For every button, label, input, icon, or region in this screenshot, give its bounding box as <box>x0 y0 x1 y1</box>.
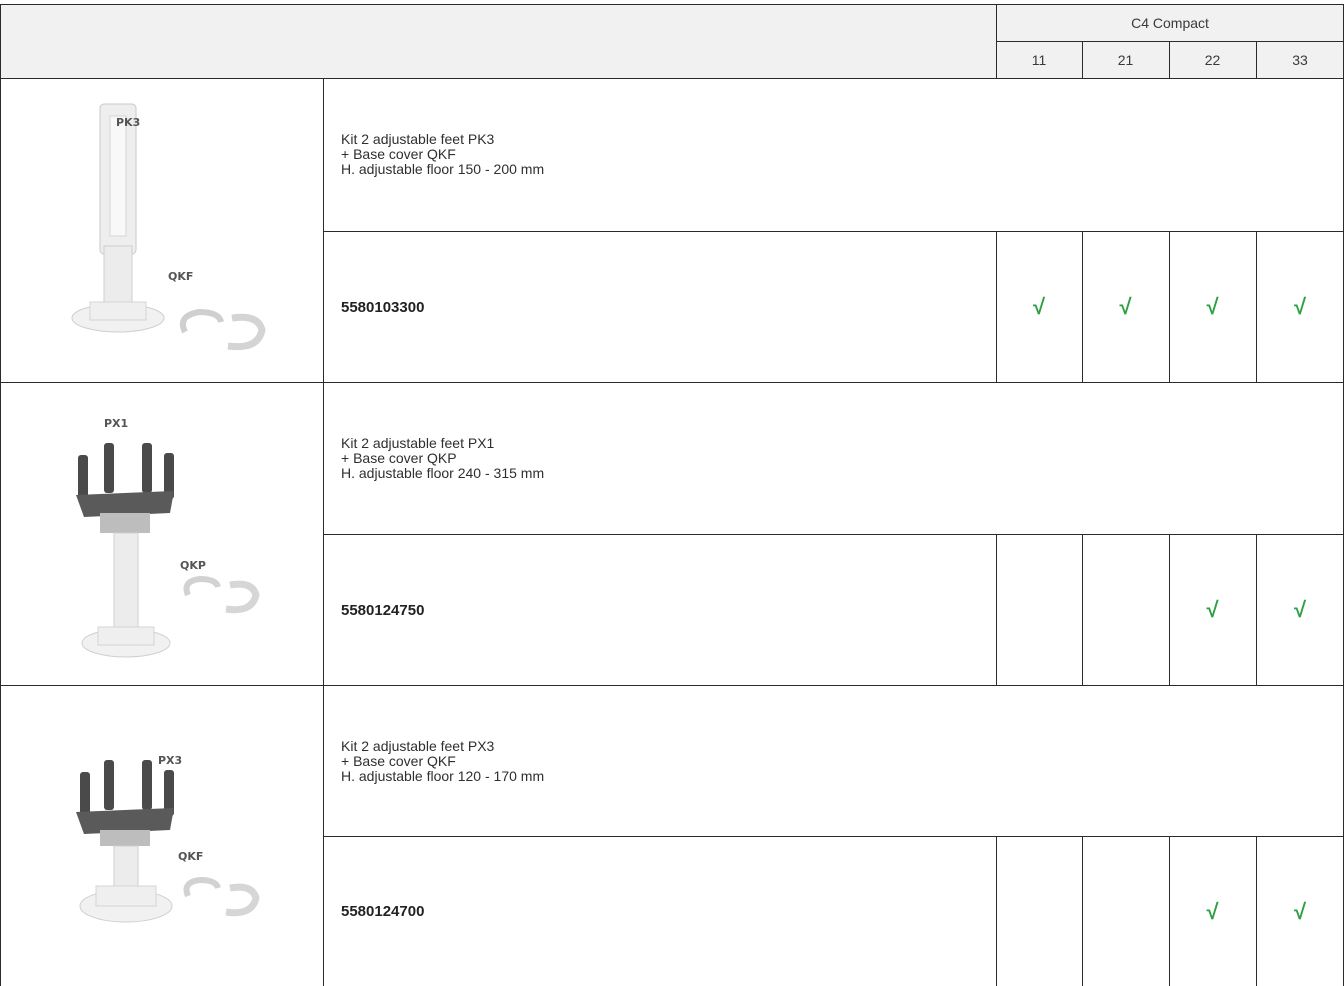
check-mark <box>996 837 1082 986</box>
image-label-px3: PX3 <box>158 754 182 767</box>
grid-line <box>1256 836 1257 986</box>
grid-line <box>996 41 1344 42</box>
adjustable-foot-px1-icon: PX1 QKP <box>76 417 260 658</box>
grid-line <box>1256 534 1257 685</box>
grid-line <box>1169 836 1170 986</box>
grid-line <box>996 836 997 986</box>
grid-line <box>996 534 997 685</box>
check-mark <box>1082 837 1169 986</box>
adjustable-foot-px3-icon: PX3 QKF <box>76 754 260 923</box>
grid-line <box>0 4 1344 5</box>
description-line: Kit 2 adjustable feet PX3 <box>341 737 495 754</box>
description-line: Kit 2 adjustable feet PX1 <box>341 435 495 451</box>
product-image-px3: PX3 QKF <box>60 736 280 936</box>
check-mark: √ <box>1293 294 1307 319</box>
column-header-11: 11 <box>1031 51 1047 68</box>
image-label-qkf: QKF <box>178 850 203 863</box>
description-line: + Base cover QKF <box>341 752 456 769</box>
grid-line <box>996 231 997 382</box>
grid-line <box>1169 41 1170 78</box>
grid-line <box>0 685 1344 686</box>
image-label-px1: PX1 <box>104 417 128 430</box>
adjustable-foot-pk3-icon: PK3 QKF <box>71 103 266 351</box>
grid-line <box>0 382 1344 383</box>
grid-line <box>1082 41 1083 78</box>
grid-line <box>323 78 324 986</box>
check-mark <box>1082 535 1169 685</box>
grid-line <box>323 231 1344 232</box>
check-mark: √ <box>1206 597 1219 622</box>
check-mark: √ <box>1293 898 1307 924</box>
product-image-px1: PX1 QKP <box>60 405 280 670</box>
image-label-pk3: PK3 <box>116 116 140 129</box>
grid-line <box>1169 534 1170 685</box>
description-line: Kit 2 adjustable feet PK3 <box>341 131 495 147</box>
check-mark: √ <box>1032 294 1046 319</box>
grid-line <box>1082 231 1083 382</box>
check-mark: √ <box>1206 898 1219 924</box>
column-header-33: 33 <box>1292 51 1308 68</box>
grid-line <box>323 534 1344 535</box>
grid-line <box>1082 534 1083 685</box>
product-code: 5580124700 <box>341 903 425 920</box>
description-line: + Base cover QKP <box>341 450 457 466</box>
product-code: 5580124750 <box>341 601 425 619</box>
series-header: C4 Compact <box>1131 14 1209 31</box>
check-mark: √ <box>1119 294 1132 319</box>
check-mark: √ <box>1293 597 1307 622</box>
product-description: Kit 2 adjustable feet PX1 + Base cover Q… <box>323 383 1344 534</box>
grid-line <box>1256 41 1257 78</box>
grid-line <box>323 836 1344 837</box>
grid-line <box>996 4 997 78</box>
description-line: + Base cover QKF <box>341 146 456 162</box>
column-header-22: 22 <box>1204 51 1221 68</box>
grid-line <box>1256 231 1257 382</box>
grid-line <box>0 4 1 986</box>
product-description: Kit 2 adjustable feet PK3 + Base cover Q… <box>323 78 1344 231</box>
image-label-qkf: QKF <box>168 270 193 283</box>
check-mark: √ <box>1206 294 1219 319</box>
description-line: H. adjustable floor 240 - 315 mm <box>341 465 545 481</box>
grid-line <box>1169 231 1170 382</box>
grid-line <box>1082 836 1083 986</box>
description-line: H. adjustable floor 150 - 200 mm <box>341 161 545 177</box>
product-table: C4 Compact 11 21 22 33 PK3 QKF Kit 2 adj… <box>0 0 1344 986</box>
grid-line <box>0 78 1344 79</box>
description-line: H. adjustable floor 120 - 170 mm <box>341 767 545 784</box>
column-header-21: 21 <box>1117 51 1134 68</box>
product-description: Kit 2 adjustable feet PX3 + Base cover Q… <box>323 686 1344 836</box>
product-code: 5580103300 <box>341 298 425 316</box>
image-label-qkp: QKP <box>180 559 206 572</box>
check-mark <box>996 535 1082 685</box>
product-image-pk3: PK3 QKF <box>60 96 280 356</box>
